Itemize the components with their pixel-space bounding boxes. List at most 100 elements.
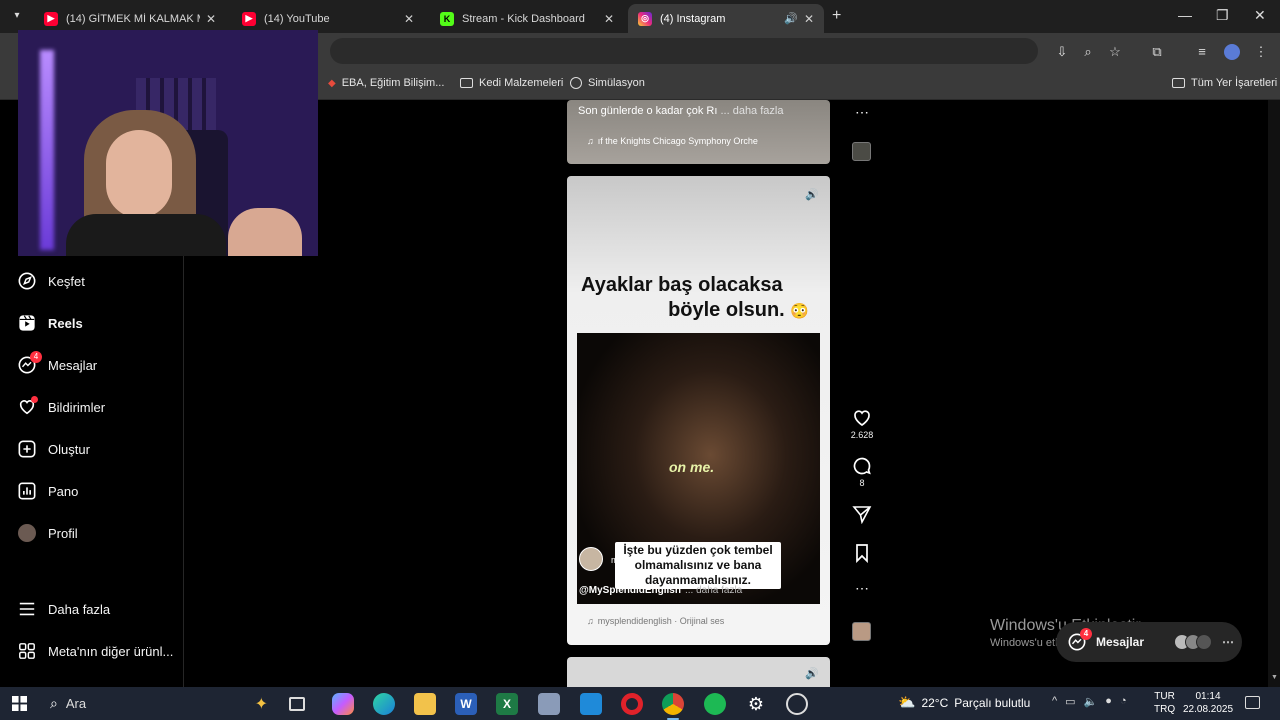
more-options-icon[interactable]: ⋯ <box>848 580 876 597</box>
sidebar-item-meta[interactable]: Meta'nın diğer ürünl... <box>18 642 173 660</box>
media-controls-icon[interactable]: ≡ <box>1194 44 1210 60</box>
bookmark-star-icon[interactable]: ☆ <box>1107 44 1123 60</box>
bookmark-kedi[interactable]: Kedi Malzemeleri <box>460 77 563 89</box>
shirt <box>66 214 226 256</box>
sidebar-item-reels[interactable]: Reels <box>18 314 83 332</box>
sidebar-item-profil[interactable]: Profil <box>18 524 78 542</box>
save-button[interactable] <box>848 543 876 565</box>
avatar <box>18 524 36 542</box>
file-explorer-icon[interactable] <box>414 693 436 715</box>
sidebar-item-kesfet[interactable]: Keşfet <box>18 272 85 290</box>
volume-icon[interactable]: 🔊 <box>805 188 819 201</box>
volume-icon[interactable]: 🔈 <box>1084 695 1098 708</box>
sidebar-item-mesajlar[interactable]: 4 Mesajlar <box>18 351 97 374</box>
sidebar-item-pano[interactable]: Pano <box>18 482 78 500</box>
extensions-icon[interactable]: ⧉ <box>1149 44 1165 60</box>
messenger-icon: 4 <box>1068 628 1092 651</box>
music-note-icon: ♫ <box>587 616 594 626</box>
spotify-icon[interactable] <box>704 693 726 715</box>
calculator-icon[interactable] <box>538 693 560 715</box>
kick-icon: K <box>440 11 454 26</box>
store-icon[interactable] <box>580 693 602 715</box>
audio-thumbnail[interactable] <box>852 622 871 641</box>
bookmark-simulasyon[interactable]: Simülasyon <box>570 77 645 89</box>
tab-youtube[interactable]: ▶ (14) YouTube ✕ <box>232 4 424 33</box>
edge-icon[interactable] <box>373 693 395 715</box>
tab-strip: ▾ ▶ (14) GİTMEK Mİ KALMAK MI? E ✕ ▶ (14)… <box>0 0 1280 33</box>
tab-kick[interactable]: K Stream - Kick Dashboard ✕ <box>430 4 624 33</box>
opera-icon[interactable] <box>621 693 643 715</box>
next-reel[interactable]: 🔊 <box>567 657 830 687</box>
close-window-icon[interactable]: ✕ <box>1254 7 1266 24</box>
dashboard-icon <box>18 482 36 500</box>
eba-icon: ◆ <box>328 77 336 89</box>
messages-popup[interactable]: 4 Mesajlar ⋯ <box>1056 622 1242 662</box>
address-bar[interactable] <box>330 38 1038 64</box>
author-avatar[interactable] <box>579 547 603 571</box>
zoom-icon[interactable]: ⌕ <box>1080 44 1096 60</box>
sidebar-item-daha-fazla[interactable]: Daha fazla <box>18 600 110 618</box>
search-icon: ⌕ <box>50 695 58 711</box>
tab-instagram[interactable]: ◎ (4) Instagram 🔊 ✕ <box>628 4 824 33</box>
word-icon[interactable]: W <box>455 693 477 715</box>
notification-center-icon[interactable] <box>1245 696 1260 709</box>
reels-icon <box>19 315 35 331</box>
share-button[interactable] <box>848 504 876 526</box>
microphone-icon[interactable]: ● <box>1105 695 1112 708</box>
excel-icon[interactable]: X <box>496 693 518 715</box>
install-app-icon[interactable]: ⇩ <box>1054 44 1070 60</box>
bookmark-all[interactable]: Tüm Yer İşaretleri <box>1172 77 1277 89</box>
profile-avatar[interactable] <box>1224 44 1240 60</box>
folder-icon <box>1172 78 1185 88</box>
obs-icon[interactable] <box>786 693 808 715</box>
more-options-icon[interactable]: ⋯ <box>848 104 876 121</box>
reel-audio[interactable]: ıf the Knights Chicago Symphony Orche <box>598 136 758 146</box>
previous-reel[interactable]: Son günlerde o kadar çok Rı ... daha faz… <box>567 100 830 164</box>
audio-thumbnail[interactable] <box>852 142 871 161</box>
new-tab-button[interactable]: + <box>832 7 841 25</box>
maximize-icon[interactable]: ❐ <box>1216 7 1229 24</box>
sidebar-item-bildirimler[interactable]: Bildirimler <box>18 396 105 416</box>
settings-icon[interactable]: ⚙ <box>745 693 767 715</box>
close-tab-icon[interactable]: ✕ <box>404 12 414 26</box>
bookmark-eba[interactable]: ◆ EBA, Eğitim Bilişim... <box>328 77 444 89</box>
battery-icon[interactable]: ▭ <box>1065 695 1075 708</box>
comment-button[interactable]: 8 <box>848 456 876 488</box>
browser-menu-icon[interactable]: ⋮ <box>1253 44 1269 60</box>
close-tab-icon[interactable]: ✕ <box>604 12 614 26</box>
flushed-face-icon: 😳 <box>790 303 809 320</box>
current-reel[interactable]: 🔊 Ayaklar baş olacaksa böyle olsun. 😳 on… <box>567 176 830 645</box>
volume-icon[interactable]: 🔊 <box>805 667 819 680</box>
more-link[interactable]: ... daha fazla <box>685 585 742 596</box>
speaker-icon[interactable]: 🔊 <box>784 12 798 25</box>
scroll-down-arrow[interactable]: ▼ <box>1271 674 1278 681</box>
clock[interactable]: 01:14 22.08.2025 <box>1183 690 1233 716</box>
reel-caption: Son günlerde o kadar çok Rı <box>578 105 718 117</box>
minimize-icon[interactable]: — <box>1178 7 1192 23</box>
close-tab-icon[interactable]: ✕ <box>206 12 216 26</box>
network-icon[interactable]: ◔ <box>1120 695 1127 708</box>
windows-start-icon[interactable] <box>12 696 27 711</box>
taskbar-search[interactable]: ⌕ Ara ✦ <box>40 689 276 718</box>
more-options-icon[interactable]: ⋯ <box>1222 635 1234 649</box>
close-tab-icon[interactable]: ✕ <box>804 12 814 26</box>
system-tray: ^ ▭ 🔈 ● ◔ <box>1052 695 1127 708</box>
menu-icon <box>19 602 35 616</box>
copilot-icon[interactable] <box>332 693 354 715</box>
reel-video[interactable]: on me. my İşte bu yüzden çok tembel olma… <box>577 333 820 604</box>
tab-gitmek[interactable]: ▶ (14) GİTMEK Mİ KALMAK MI? E ✕ <box>34 4 226 33</box>
input-language[interactable]: TUR TRQ <box>1154 690 1175 716</box>
tab-list-button[interactable]: ▾ <box>8 10 26 24</box>
chrome-icon[interactable] <box>662 693 684 720</box>
reel-audio[interactable]: mysplendidenglish · Orijinal ses <box>598 616 725 626</box>
page-scrollbar[interactable]: ▼ <box>1268 100 1280 687</box>
task-view-icon[interactable] <box>289 697 305 711</box>
sidebar-item-olustur[interactable]: Oluştur <box>18 440 90 458</box>
like-button[interactable]: 2.628 <box>848 408 876 440</box>
reel-handle[interactable]: @MySplendidEnglish <box>579 585 681 596</box>
face <box>106 130 172 218</box>
chevron-up-icon[interactable]: ^ <box>1052 695 1057 708</box>
weather-widget[interactable]: ⛅ 22°C Parçalı bulutlu <box>898 694 1030 711</box>
comment-icon <box>853 457 871 475</box>
more-link[interactable]: ... daha fazla <box>720 105 783 117</box>
